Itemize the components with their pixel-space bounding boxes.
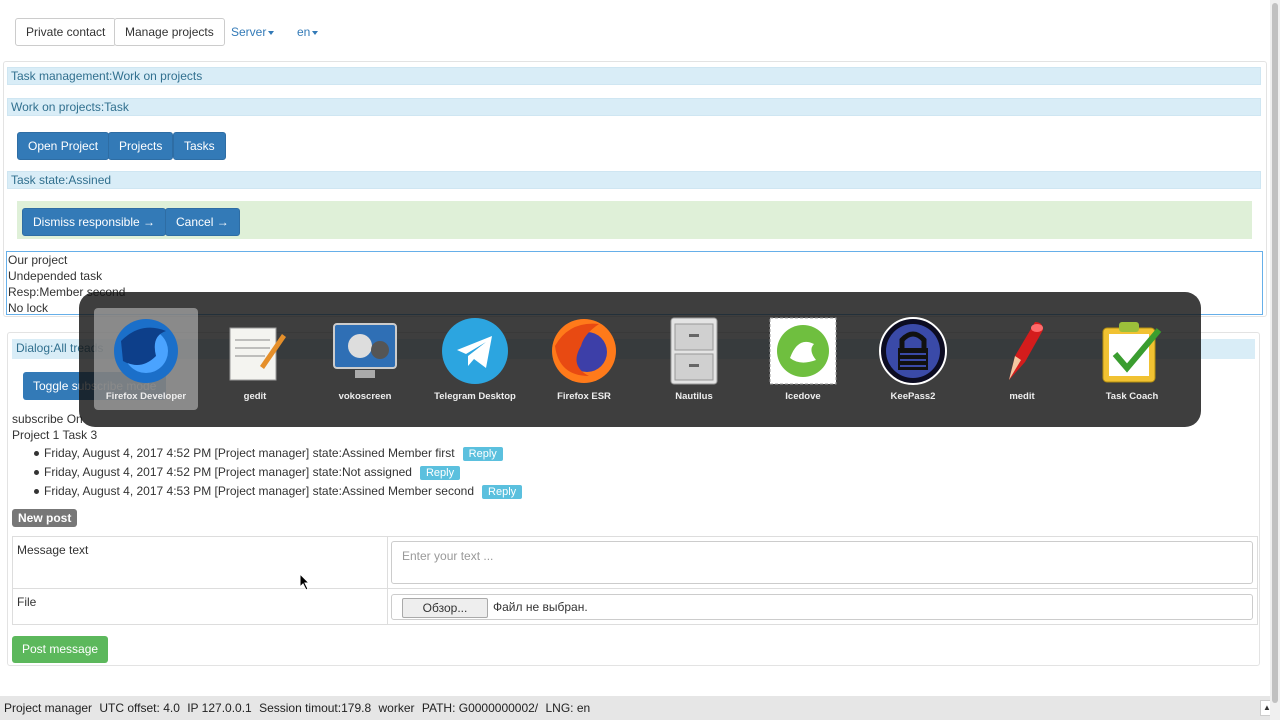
vertical-scrollbar[interactable] [1270, 0, 1280, 720]
file-input[interactable]: Обзор... Файл не выбран. [391, 594, 1253, 620]
projects-button[interactable]: Projects [108, 132, 174, 160]
post-message-button[interactable]: Post message [12, 636, 109, 663]
app-label: vokoscreen [338, 391, 392, 402]
mouse-cursor-icon [299, 573, 311, 591]
app-keepass2[interactable]: KeePass2 [861, 308, 965, 410]
dismiss-responsible-button[interactable]: Dismiss responsible → [22, 208, 167, 236]
status-bar: Project manager UTC offset: 4.0 IP 127.0… [0, 696, 1270, 720]
bullet-icon [34, 470, 39, 476]
icedove-icon [769, 317, 837, 385]
message-text: Friday, August 4, 2017 4:52 PM [Project … [44, 446, 455, 460]
app-label: medit [1009, 391, 1035, 402]
status-ip: IP 127.0.0.1 [187, 701, 252, 715]
manage-projects-button[interactable]: Manage projects [114, 18, 225, 46]
browse-button[interactable]: Обзор... [402, 598, 488, 618]
reply-button[interactable]: Reply [482, 485, 523, 499]
private-contact-button[interactable]: Private contact [15, 18, 117, 46]
bullet-icon [34, 451, 39, 457]
app-label: Telegram Desktop [434, 391, 516, 402]
app-nautilus[interactable]: Nautilus [642, 308, 746, 410]
app-firefox-developer[interactable]: Firefox Developer [94, 308, 198, 410]
app-vokoscreen[interactable]: vokoscreen [313, 308, 417, 410]
bullet-icon [34, 489, 39, 495]
keepass-icon [879, 317, 947, 385]
message-textarea[interactable]: Enter your text ... [391, 541, 1253, 584]
new-post-form: Message text File Enter your text ... Об… [12, 536, 1258, 625]
app-switcher: Firefox Developer gedit vokoscreen Teleg… [79, 292, 1201, 427]
scrollbar-thumb[interactable] [1272, 3, 1278, 703]
status-role: Project manager [4, 701, 93, 715]
app-label: Nautilus [675, 391, 713, 402]
app-medit[interactable]: medit [970, 308, 1074, 410]
app-label: gedit [243, 391, 267, 402]
message-text: Friday, August 4, 2017 4:53 PM [Project … [44, 484, 475, 498]
list-item: Friday, August 4, 2017 4:52 PM [Project … [34, 465, 461, 480]
app-label: Firefox Developer [105, 391, 187, 402]
status-session: Session timout:179.8 [259, 701, 372, 715]
task-project: Our project [8, 253, 68, 267]
medit-icon [1009, 322, 1043, 380]
thread-title: Project 1 Task 3 [12, 428, 98, 442]
status-utc: UTC offset: 4.0 [99, 701, 180, 715]
message-text: Friday, August 4, 2017 4:52 PM [Project … [44, 465, 412, 479]
status-worker: worker [378, 701, 415, 715]
app-telegram[interactable]: Telegram Desktop [423, 308, 527, 410]
language-dropdown[interactable]: en [297, 25, 319, 39]
server-dropdown[interactable]: Server [231, 25, 275, 39]
breadcrumb-task-management: Task management:Work on projects [7, 67, 1261, 85]
firefox-esr-icon [552, 319, 616, 383]
reply-button[interactable]: Reply [462, 447, 503, 461]
task-state: Task state:Assined [7, 171, 1261, 189]
list-item: Friday, August 4, 2017 4:53 PM [Project … [34, 484, 523, 499]
task-type: Undepended task [8, 269, 103, 283]
telegram-icon [442, 318, 508, 384]
tasks-button[interactable]: Tasks [173, 132, 226, 160]
gedit-icon [229, 327, 286, 381]
caret-down-icon [268, 30, 275, 35]
status-path: PATH: G0000000002/ [421, 701, 539, 715]
firefox-developer-icon [114, 319, 178, 383]
server-label: Server [231, 25, 267, 39]
app-label: Task Coach [1105, 391, 1159, 402]
breadcrumb-work-on-projects: Work on projects:Task [7, 98, 1261, 116]
cancel-button[interactable]: Cancel → [165, 208, 240, 236]
caret-down-icon [312, 30, 319, 35]
app-task-coach[interactable]: Task Coach [1080, 308, 1184, 410]
app-icedove[interactable]: Icedove [751, 308, 855, 410]
subscribe-status: subscribe On [12, 412, 83, 426]
list-item: Friday, August 4, 2017 4:52 PM [Project … [34, 446, 503, 461]
app-label: Icedove [785, 391, 821, 402]
app-gedit[interactable]: gedit [203, 308, 307, 410]
top-navbar: Private contact Manage projects Server e… [0, 0, 1270, 64]
no-file-text: Файл не выбран. [493, 600, 588, 614]
status-lng: LNG: en [545, 701, 591, 715]
taskcoach-icon [1102, 322, 1162, 383]
app-label: KeePass2 [890, 391, 936, 402]
app-label: Firefox ESR [557, 391, 611, 402]
message-label: Message text [17, 543, 89, 557]
vokoscreen-icon [333, 323, 397, 378]
app-firefox-esr[interactable]: Firefox ESR [532, 308, 636, 410]
column-divider [387, 537, 388, 624]
nautilus-icon [670, 317, 718, 385]
new-post-badge: New post [12, 509, 78, 527]
language-label: en [297, 25, 311, 39]
open-project-button[interactable]: Open Project [17, 132, 110, 160]
file-label: File [17, 595, 37, 609]
reply-button[interactable]: Reply [419, 466, 461, 480]
